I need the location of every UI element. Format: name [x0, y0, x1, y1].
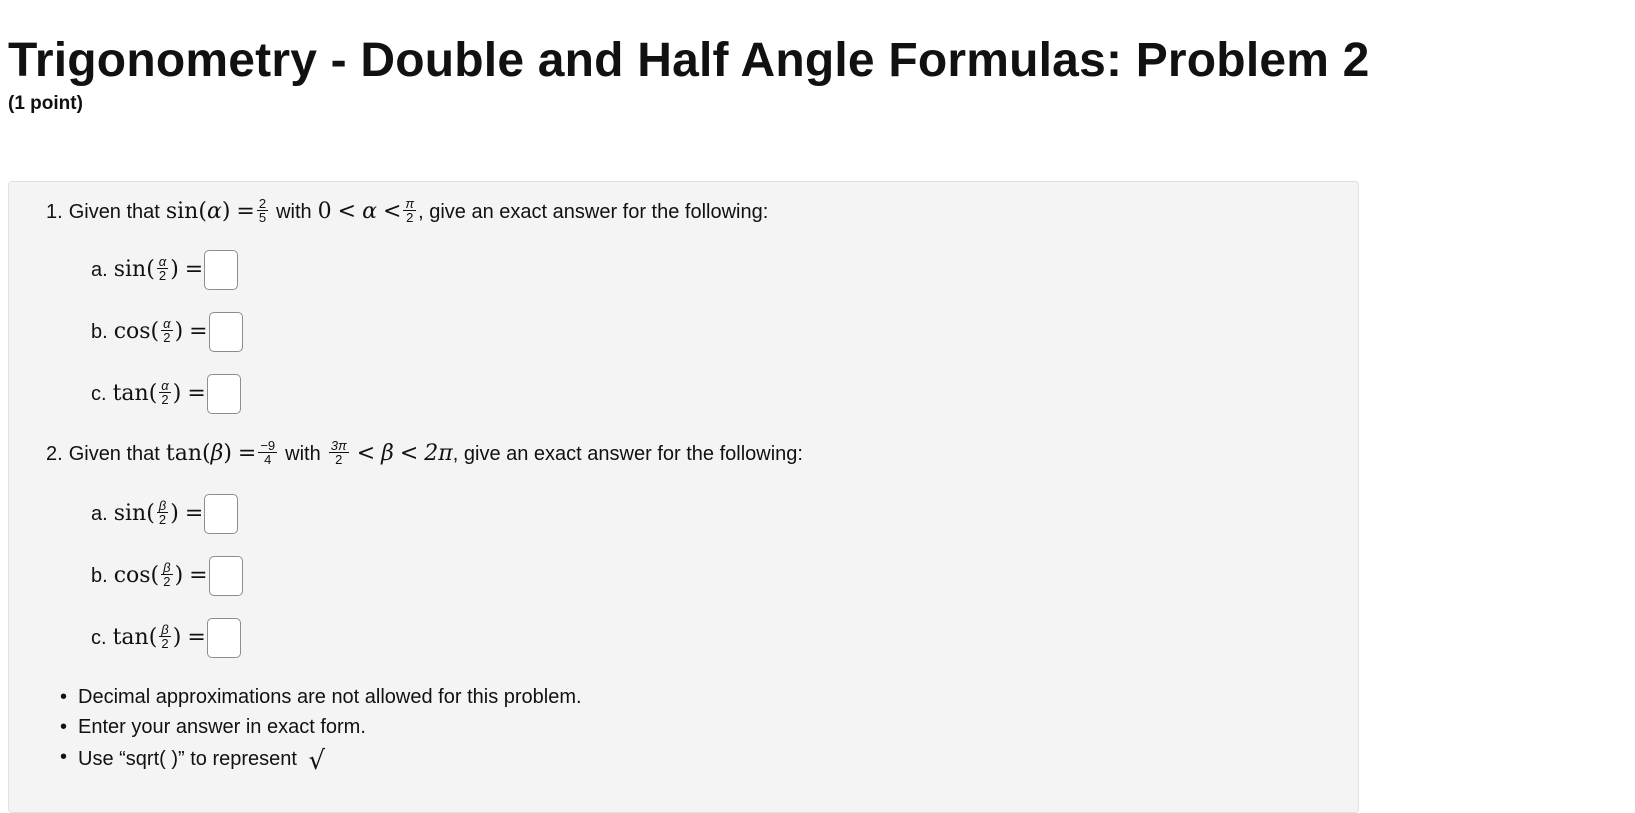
- question-2-value-fraction: −9 4: [258, 437, 278, 467]
- question-2-function: tan: [165, 441, 202, 466]
- question-1-range-fraction: π 2: [403, 195, 417, 225]
- points-label: (1 point): [8, 93, 83, 114]
- question-2-tail: , give an exact answer for the following…: [452, 443, 803, 465]
- question-2-with-text: with: [285, 443, 321, 465]
- question-2-range-fraction: 3π 2: [328, 437, 349, 467]
- question-2-number: 2.: [46, 443, 63, 465]
- page-title: Trigonometry - Double and Half Angle For…: [8, 34, 1370, 87]
- answer-input-2b[interactable]: [208, 556, 243, 596]
- question-2-part-a: a. sin( β2 ) =: [91, 494, 239, 534]
- question-1-function: sin: [165, 199, 199, 224]
- answer-input-1a[interactable]: [204, 250, 239, 290]
- question-1-tail: , give an exact answer for the following…: [418, 201, 769, 223]
- beta-symbol: β: [210, 441, 224, 466]
- question-1-with-text: with: [276, 201, 312, 223]
- instruction-item: • Decimal approximations are not allowed…: [35, 682, 582, 712]
- question-1-part-c: c. tan( α2 ) =: [91, 374, 241, 414]
- question-2-statement: 2. Given that tan (β) = −9 4 with 3π 2 <…: [46, 437, 803, 467]
- bullet-icon: •: [60, 746, 68, 768]
- question-1-part-a: a. sin( α2 ) =: [91, 250, 239, 290]
- instruction-item: • Enter your answer in exact form.: [35, 712, 582, 742]
- question-2-part-b: b. cos( β2 ) =: [91, 556, 243, 596]
- question-1-given-text: Given that: [68, 201, 160, 223]
- answer-input-2a[interactable]: [204, 494, 239, 534]
- question-1-number: 1.: [46, 201, 63, 223]
- answer-input-1b[interactable]: [208, 312, 243, 352]
- problem-panel: 1. Given that sin (α) = 2 5 with 0 < α <…: [8, 181, 1359, 813]
- answer-input-1c[interactable]: [206, 374, 241, 414]
- question-2-given-text: Given that: [68, 443, 160, 465]
- alpha-symbol: α: [206, 199, 222, 224]
- bullet-icon: •: [60, 716, 68, 738]
- question-2-part-c: c. tan( β2 ) =: [91, 618, 241, 658]
- question-1-value-fraction: 2 5: [256, 195, 269, 225]
- answer-input-2c[interactable]: [206, 618, 241, 658]
- question-1-statement: 1. Given that sin (α) = 2 5 with 0 < α <…: [46, 195, 769, 225]
- sqrt-icon: √: [308, 746, 326, 776]
- instructions-list: • Decimal approximations are not allowed…: [35, 682, 582, 776]
- instruction-item: • Use “sqrt( )” to represent √: [35, 742, 582, 776]
- question-1-part-b: b. cos( α2 ) =: [91, 312, 243, 352]
- bullet-icon: •: [60, 686, 68, 708]
